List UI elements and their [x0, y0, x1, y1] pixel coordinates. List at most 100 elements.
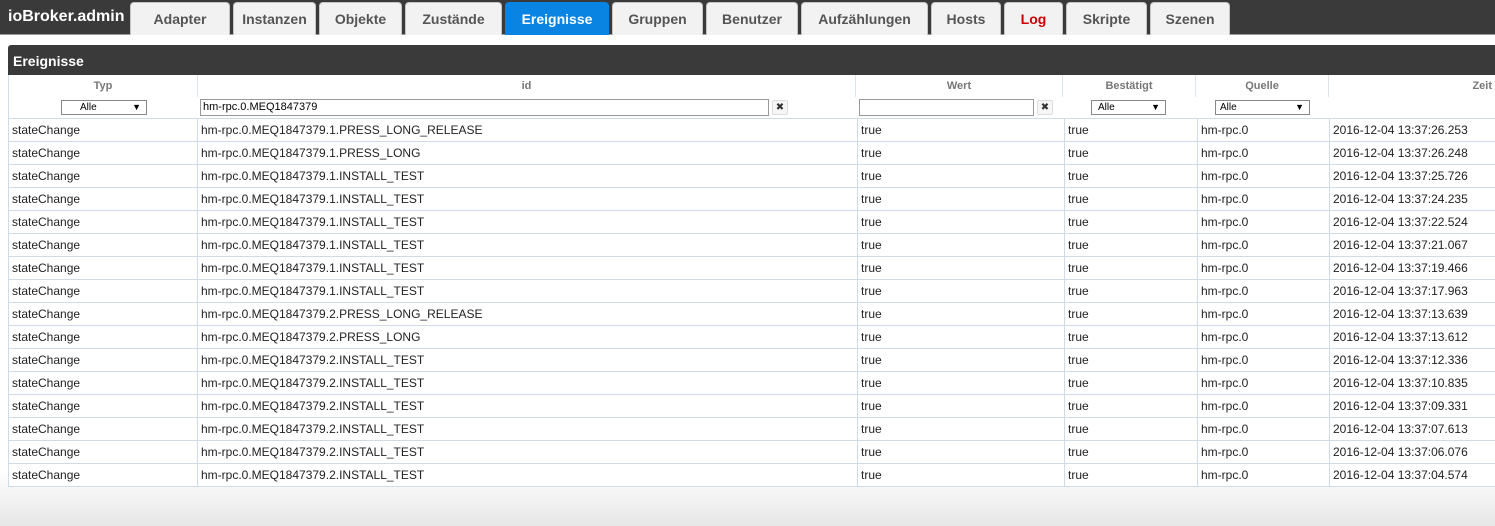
bestaetigt-filter-value: Alle	[1098, 102, 1115, 113]
cell-wert: true	[858, 119, 1065, 141]
cell-id: hm-rpc.0.MEQ1847379.1.INSTALL_TEST	[198, 257, 858, 279]
column-header-id[interactable]: id	[198, 75, 856, 97]
column-header-typ[interactable]: Typ	[9, 75, 198, 97]
cell-quelle: hm-rpc.0	[1198, 234, 1330, 256]
cell-wert: true	[858, 395, 1065, 417]
table-row[interactable]: stateChange hm-rpc.0.MEQ1847379.1.INSTAL…	[9, 211, 1495, 234]
cell-zeit: 2016-12-04 13:37:13.612	[1333, 330, 1468, 344]
cell-wert: true	[858, 234, 1065, 256]
table-row[interactable]: stateChange hm-rpc.0.MEQ1847379.1.PRESS_…	[9, 142, 1495, 165]
clear-wert-filter-button[interactable]: ✖	[1037, 100, 1053, 115]
tab-aufzaehlungen[interactable]: Aufzählungen	[801, 2, 928, 35]
tab-benutzer[interactable]: Benutzer	[706, 2, 798, 35]
cell-typ: stateChange	[9, 395, 198, 417]
quelle-filter-select[interactable]: Alle ▼	[1215, 100, 1310, 115]
cell-quelle: hm-rpc.0	[1198, 441, 1330, 463]
chevron-down-icon: ▼	[132, 102, 141, 112]
cell-quelle: hm-rpc.0	[1198, 280, 1330, 302]
table-row[interactable]: stateChange hm-rpc.0.MEQ1847379.1.INSTAL…	[9, 257, 1495, 280]
tab-adapter[interactable]: Adapter	[130, 2, 230, 35]
table-row[interactable]: stateChange hm-rpc.0.MEQ1847379.1.INSTAL…	[9, 188, 1495, 211]
cell-quelle: hm-rpc.0	[1198, 372, 1330, 394]
table-row[interactable]: stateChange hm-rpc.0.MEQ1847379.2.INSTAL…	[9, 464, 1495, 487]
cell-typ: stateChange	[9, 303, 198, 325]
top-navigation-bar: ioBroker.admin Adapter Instanzen Objekte…	[0, 0, 1495, 35]
bestaetigt-filter-select[interactable]: Alle ▼	[1091, 100, 1166, 115]
cell-wert: true	[858, 418, 1065, 440]
cell-quelle: hm-rpc.0	[1198, 119, 1330, 141]
cell-wert: true	[858, 257, 1065, 279]
cell-bestaetigt: true	[1065, 349, 1198, 371]
table-body: stateChange hm-rpc.0.MEQ1847379.1.PRESS_…	[9, 119, 1495, 487]
table-row[interactable]: stateChange hm-rpc.0.MEQ1847379.1.PRESS_…	[9, 119, 1495, 142]
tab-skripte[interactable]: Skripte	[1066, 2, 1147, 35]
column-header-zeit[interactable]: Zeit	[1329, 75, 1495, 97]
cell-id: hm-rpc.0.MEQ1847379.2.INSTALL_TEST	[198, 395, 858, 417]
cell-zeit: 2016-12-04 13:37:25.726	[1333, 169, 1468, 183]
column-header-bestaetigt[interactable]: Bestätigt	[1063, 75, 1196, 97]
tab-log[interactable]: Log	[1004, 2, 1063, 35]
table-row[interactable]: stateChange hm-rpc.0.MEQ1847379.2.PRESS_…	[9, 326, 1495, 349]
cell-quelle: hm-rpc.0	[1198, 349, 1330, 371]
column-header-quelle[interactable]: Quelle	[1196, 75, 1329, 97]
cell-typ: stateChange	[9, 188, 198, 210]
tab-zustaende[interactable]: Zustände	[405, 2, 502, 35]
cell-bestaetigt: true	[1065, 165, 1198, 187]
cell-wert: true	[858, 441, 1065, 463]
cell-typ: stateChange	[9, 464, 198, 486]
table-row[interactable]: stateChange hm-rpc.0.MEQ1847379.2.PRESS_…	[9, 303, 1495, 326]
panel-title: Ereignisse	[8, 45, 1495, 75]
cell-wert: true	[858, 211, 1065, 233]
cell-id: hm-rpc.0.MEQ1847379.2.INSTALL_TEST	[198, 464, 858, 486]
quelle-filter-value: Alle	[1220, 102, 1237, 113]
cell-zeit: 2016-12-04 13:37:17.963	[1333, 284, 1468, 298]
cell-bestaetigt: true	[1065, 257, 1198, 279]
cell-zeit: 2016-12-04 13:37:26.253	[1333, 123, 1468, 137]
cell-zeit: 2016-12-04 13:37:07.613	[1333, 422, 1468, 436]
cell-typ: stateChange	[9, 234, 198, 256]
tab-ereignisse[interactable]: Ereignisse	[505, 2, 609, 35]
cell-typ: stateChange	[9, 119, 198, 141]
cell-typ: stateChange	[9, 418, 198, 440]
tab-gruppen[interactable]: Gruppen	[612, 2, 703, 35]
id-filter-input[interactable]: hm-rpc.0.MEQ1847379	[200, 99, 769, 116]
cell-bestaetigt: true	[1065, 280, 1198, 302]
cell-id: hm-rpc.0.MEQ1847379.2.PRESS_LONG	[198, 326, 858, 348]
cell-zeit: 2016-12-04 13:37:26.248	[1333, 146, 1468, 160]
cell-zeit: 2016-12-04 13:37:22.524	[1333, 215, 1468, 229]
tab-hosts[interactable]: Hosts	[931, 2, 1001, 35]
cell-zeit: 2016-12-04 13:37:12.336	[1333, 353, 1468, 367]
cell-id: hm-rpc.0.MEQ1847379.1.INSTALL_TEST	[198, 165, 858, 187]
cell-quelle: hm-rpc.0	[1198, 257, 1330, 279]
wert-filter-input[interactable]	[859, 99, 1034, 116]
cell-id: hm-rpc.0.MEQ1847379.1.INSTALL_TEST	[198, 211, 858, 233]
cell-id: hm-rpc.0.MEQ1847379.2.PRESS_LONG_RELEASE	[198, 303, 858, 325]
cell-bestaetigt: true	[1065, 441, 1198, 463]
table-row[interactable]: stateChange hm-rpc.0.MEQ1847379.2.INSTAL…	[9, 372, 1495, 395]
table-row[interactable]: stateChange hm-rpc.0.MEQ1847379.2.INSTAL…	[9, 349, 1495, 372]
app-title: ioBroker.admin	[8, 8, 125, 25]
table-row[interactable]: stateChange hm-rpc.0.MEQ1847379.1.INSTAL…	[9, 165, 1495, 188]
cell-wert: true	[858, 349, 1065, 371]
events-table: Typ id Wert Bestätigt Quelle Zeit Alle ▼…	[8, 75, 1495, 487]
cell-bestaetigt: true	[1065, 234, 1198, 256]
cell-zeit: 2016-12-04 13:37:13.639	[1333, 307, 1468, 321]
table-row[interactable]: stateChange hm-rpc.0.MEQ1847379.1.INSTAL…	[9, 280, 1495, 303]
table-row[interactable]: stateChange hm-rpc.0.MEQ1847379.2.INSTAL…	[9, 441, 1495, 464]
tab-szenen[interactable]: Szenen	[1150, 2, 1230, 35]
table-row[interactable]: stateChange hm-rpc.0.MEQ1847379.2.INSTAL…	[9, 418, 1495, 441]
tab-objekte[interactable]: Objekte	[319, 2, 402, 35]
cell-bestaetigt: true	[1065, 326, 1198, 348]
cell-zeit: 2016-12-04 13:37:24.235	[1333, 192, 1468, 206]
cell-id: hm-rpc.0.MEQ1847379.1.INSTALL_TEST	[198, 234, 858, 256]
clear-id-filter-button[interactable]: ✖	[772, 100, 788, 115]
tab-instanzen[interactable]: Instanzen	[233, 2, 316, 35]
typ-filter-select[interactable]: Alle ▼	[61, 100, 147, 115]
cell-bestaetigt: true	[1065, 395, 1198, 417]
table-row[interactable]: stateChange hm-rpc.0.MEQ1847379.2.INSTAL…	[9, 395, 1495, 418]
cell-quelle: hm-rpc.0	[1198, 165, 1330, 187]
column-header-wert[interactable]: Wert	[856, 75, 1063, 97]
table-row[interactable]: stateChange hm-rpc.0.MEQ1847379.1.INSTAL…	[9, 234, 1495, 257]
cell-zeit: 2016-12-04 13:37:19.466	[1333, 261, 1468, 275]
cell-id: hm-rpc.0.MEQ1847379.2.INSTALL_TEST	[198, 418, 858, 440]
